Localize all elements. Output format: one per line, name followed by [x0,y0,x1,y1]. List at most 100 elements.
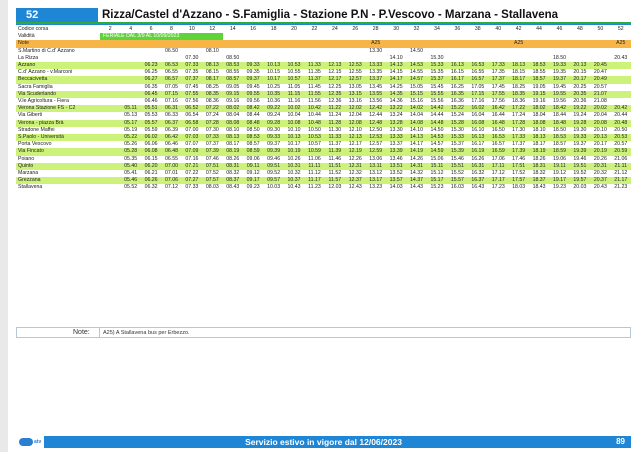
time-cell [528,47,550,55]
time-cell: 09.16 [222,98,243,106]
time-cell [610,83,631,91]
time-cell: 07.33 [202,134,223,142]
time-cell: 06.33 [161,112,182,120]
time-cell: 2 [100,26,121,34]
time-cell: 17.17 [488,177,509,185]
time-cell: 16.04 [467,112,489,120]
time-cell: 11.52 [324,170,346,178]
time-cell: 20.13 [590,134,611,142]
time-cell [100,162,121,171]
time-cell: 12.26 [345,155,366,163]
time-cell: 08.31 [222,162,243,171]
time-cell: A25 [365,40,386,48]
time-cell: 19.51 [569,162,591,171]
time-cell [610,98,631,106]
stop-name: Verona Stazione FS - C2 [16,105,100,113]
time-cell: 12.43 [345,184,366,192]
time-cell: 08.13 [222,134,243,142]
time-cell [283,54,305,63]
time-cell: 10.42 [304,105,325,113]
route-number-badge: 52 [16,8,98,22]
time-cell: 12.13 [345,134,366,142]
time-cell: 10.57 [283,76,305,84]
time-cell: 06.31 [161,105,182,113]
time-cell: 16.48 [488,119,509,127]
stop-row: Via Fincato 05.28 06.08 06.48 07.09 07.39 08.1… [16,148,631,156]
time-cell: A25 [508,40,529,48]
stop-row: Via Scuderlando 06.45 07.15 07.55 08.35 09.15… [16,90,631,99]
time-cell: 08.02 [222,105,243,113]
time-cell: 07.35 [181,69,203,77]
time-cell: 15.51 [447,162,468,171]
time-cell: 18.13 [508,62,529,70]
time-cell: 06.15 [140,155,162,163]
stop-row: Sacra Famiglia 06.35 07.05 07.45 08.25 09.05 0… [16,83,631,91]
time-cell: 08.19 [222,148,243,156]
time-cell [610,69,631,77]
time-cell: 13.56 [365,98,386,106]
time-cell: 09.24 [263,112,284,120]
time-cell: 06.54 [181,112,203,120]
time-cell: 19.15 [528,90,550,99]
time-cell [385,47,407,55]
time-cell: 14.04 [406,112,427,120]
time-cell: 15.15 [406,90,427,99]
left-scrollbar[interactable] [0,0,8,452]
time-cell: 19.28 [569,119,591,127]
time-cell [242,54,264,63]
time-cell: 13.35 [365,69,386,77]
time-cell: 16.08 [467,119,489,127]
time-cell [508,54,529,63]
time-cell: 11.46 [324,155,346,163]
time-cell: 12.59 [365,148,386,156]
time-cell: 18.13 [528,134,550,142]
time-cell: 09.17 [242,177,264,185]
time-cell: 06.57 [161,76,182,84]
time-cell: 06.37 [161,119,182,127]
time-cell: 14.36 [385,98,407,106]
time-cell: 12.15 [324,69,346,77]
stop-row: Verona Stazione FS - C2 05.11 05.51 06.31 06… [16,105,631,113]
time-cell: 17.57 [508,177,529,185]
time-cell: 16.17 [447,76,468,84]
time-cell [345,47,366,55]
stop-name: Porta Vescovo [16,141,100,149]
time-cell: 14 [222,26,243,34]
time-cell: 10.13 [263,62,284,70]
time-cell: 11.15 [283,90,305,99]
time-cell: 07.56 [181,98,203,106]
time-cell [120,98,141,106]
time-cell: 08.37 [222,177,243,185]
time-cell [283,40,305,48]
time-cell: 09.05 [222,83,243,91]
time-cell: 52 [610,26,631,34]
time-cell [161,40,182,48]
time-cell: 12.53 [365,134,386,142]
time-cell: 20.42 [610,105,631,113]
time-cell: 15.17 [426,177,448,185]
time-cell: 18.43 [528,184,550,192]
stop-name: C.d' Azzano - v.Marconi [16,69,100,77]
time-cell: 20.19 [590,148,611,156]
time-cell: 09.28 [263,119,284,127]
time-cell: 07.21 [181,162,203,171]
time-cell: 14.50 [426,126,448,135]
time-cell: 14.31 [406,162,427,171]
stop-name: Sacra Famiglia [16,83,100,91]
time-cell: 09.06 [242,155,264,163]
time-cell: 08.36 [202,98,223,106]
time-cell: 06.45 [140,90,162,99]
time-cell: 14.17 [406,141,427,149]
time-cell: 18.48 [549,119,570,127]
time-cell: 19.37 [549,76,570,84]
time-cell: 20.49 [590,76,611,84]
time-cell: 18.10 [528,126,550,135]
time-cell: 06.48 [161,148,182,156]
time-cell [100,54,121,63]
time-cell: 05.57 [140,119,162,127]
time-cell [202,54,223,63]
time-cell: 15.37 [426,76,448,84]
time-cell: 14.10 [385,54,407,63]
time-cell [569,40,591,48]
time-cell: 09.51 [263,162,284,171]
